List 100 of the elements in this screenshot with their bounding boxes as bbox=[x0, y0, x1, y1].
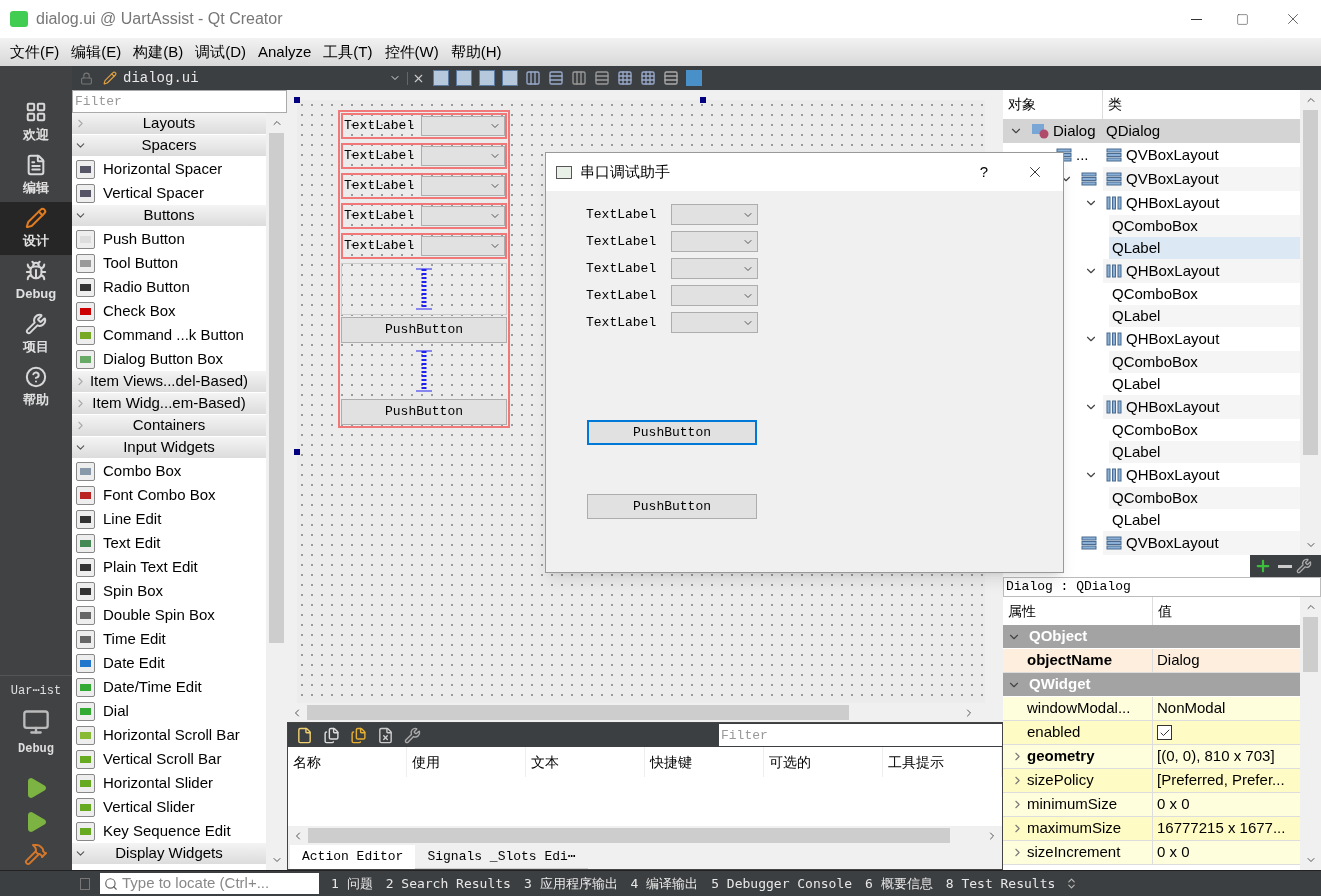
widget-item[interactable]: Date Edit bbox=[72, 651, 266, 675]
form-row[interactable]: TextLabel bbox=[341, 143, 507, 169]
widget-item[interactable]: Line Edit bbox=[72, 507, 266, 531]
push-button[interactable]: PushButton bbox=[341, 317, 507, 343]
property-row[interactable]: sizePolicy [Preferred, Prefer... bbox=[1003, 769, 1300, 793]
combo-box[interactable] bbox=[671, 231, 758, 252]
scrollbar-thumb[interactable] bbox=[308, 828, 950, 843]
widget-item[interactable]: Dialog Button Box bbox=[72, 347, 266, 371]
widget-item[interactable]: Horizontal Spacer bbox=[72, 157, 266, 181]
property-value[interactable]: [(0, 0), 810 x 703] bbox=[1157, 745, 1275, 768]
splitter-h-button[interactable] bbox=[570, 70, 587, 86]
scrollbar-thumb[interactable] bbox=[307, 705, 849, 720]
property-value[interactable]: NonModal bbox=[1157, 697, 1226, 720]
column-header[interactable]: 类 bbox=[1103, 90, 1300, 119]
widget-item[interactable]: Horizontal Slider bbox=[72, 771, 266, 795]
combo-box[interactable] bbox=[671, 285, 758, 306]
help-button[interactable]: ? bbox=[961, 153, 1007, 191]
widget-item[interactable]: Push Button bbox=[72, 227, 266, 251]
category-header[interactable]: Input Widgets bbox=[72, 437, 266, 459]
edit-mode-button[interactable] bbox=[432, 70, 449, 86]
selection-handle[interactable] bbox=[700, 97, 706, 103]
column-header[interactable]: 快捷键 bbox=[645, 747, 764, 777]
form-layout-button[interactable] bbox=[616, 70, 633, 86]
mode-button[interactable]: 编辑 bbox=[0, 149, 72, 202]
splitter-v-button[interactable] bbox=[593, 70, 610, 86]
property-value[interactable]: [Preferred, Prefer... bbox=[1157, 769, 1285, 792]
settings-button[interactable] bbox=[404, 726, 421, 744]
widget-item[interactable]: Vertical Scroll Bar bbox=[72, 747, 266, 771]
menu-item[interactable]: 工具(T) bbox=[317, 40, 379, 64]
menu-item[interactable]: Analyze bbox=[252, 40, 318, 64]
mode-button[interactable]: 设计 bbox=[0, 202, 72, 255]
category-header[interactable]: Display Widgets bbox=[72, 843, 266, 865]
selection-handle[interactable] bbox=[294, 97, 300, 103]
widget-item[interactable]: Horizontal Scroll Bar bbox=[72, 723, 266, 747]
property-value[interactable]: 16777215 x 1677... bbox=[1157, 817, 1286, 840]
column-header[interactable]: 可选的 bbox=[764, 747, 883, 777]
menu-item[interactable]: 控件(W) bbox=[378, 40, 445, 64]
mode-button[interactable]: 项目 bbox=[0, 308, 72, 361]
category-header[interactable]: Layouts bbox=[72, 113, 266, 135]
widget-item[interactable]: Combo Box bbox=[72, 459, 266, 483]
widget-item[interactable]: Radio Button bbox=[72, 275, 266, 299]
column-header[interactable]: 文本 bbox=[526, 747, 645, 777]
locator-field[interactable]: Type to locate (Ctrl+... bbox=[100, 873, 319, 894]
category-header[interactable]: Item Widg...em-Based) bbox=[72, 393, 266, 415]
widget-item[interactable]: Tool Button bbox=[72, 251, 266, 275]
checkbox[interactable] bbox=[1157, 725, 1172, 740]
filter-field[interactable]: Filter bbox=[719, 724, 1002, 746]
property-row[interactable]: sizeIncrement 0 x 0 bbox=[1003, 841, 1300, 865]
widget-item[interactable]: Check Box bbox=[72, 299, 266, 323]
category-header[interactable]: Containers bbox=[72, 415, 266, 437]
category-header[interactable]: Buttons bbox=[72, 205, 266, 227]
category-header[interactable]: Spacers bbox=[72, 135, 266, 157]
widget-item[interactable]: Date/Time Edit bbox=[72, 675, 266, 699]
combo-box[interactable] bbox=[671, 204, 758, 225]
menu-item[interactable]: 文件(F) bbox=[4, 40, 66, 64]
filter-field[interactable]: Filter bbox=[72, 90, 287, 113]
copy-action-button[interactable] bbox=[323, 726, 340, 744]
edit-mode-button[interactable] bbox=[501, 70, 518, 86]
widget-item[interactable]: Font Combo Box bbox=[72, 483, 266, 507]
grid-layout-button[interactable] bbox=[639, 70, 656, 86]
widget-item[interactable]: Double Spin Box bbox=[72, 603, 266, 627]
combo-box[interactable] bbox=[421, 206, 505, 226]
property-value[interactable]: 0 x 0 bbox=[1157, 793, 1190, 816]
build-button[interactable] bbox=[24, 842, 48, 866]
menu-item[interactable]: 帮助(H) bbox=[444, 40, 508, 64]
widget-item[interactable]: Command ...k Button bbox=[72, 323, 266, 347]
form-row[interactable]: TextLabel bbox=[341, 203, 507, 229]
form-row[interactable]: TextLabel bbox=[341, 233, 507, 259]
property-row[interactable]: enabled bbox=[1003, 721, 1300, 745]
delete-action-button[interactable] bbox=[377, 726, 394, 744]
scrollbar-thumb[interactable] bbox=[1303, 110, 1318, 455]
combo-box[interactable] bbox=[421, 116, 505, 136]
column-header[interactable]: 值 bbox=[1153, 597, 1300, 625]
mode-button[interactable]: Debug bbox=[0, 255, 72, 308]
output-pane-button[interactable]: 5 Debugger Console bbox=[711, 873, 853, 894]
output-pane-button[interactable]: 8 Test Results bbox=[945, 873, 1056, 894]
widget-item[interactable]: Spin Box bbox=[72, 579, 266, 603]
output-pane-button[interactable]: 2 Search Results bbox=[385, 873, 511, 894]
widget-item[interactable]: Time Edit bbox=[72, 627, 266, 651]
column-header[interactable]: 名称 bbox=[288, 747, 407, 777]
edit-mode-button[interactable] bbox=[478, 70, 495, 86]
adjust-size-button[interactable] bbox=[685, 70, 702, 86]
scrollbar[interactable] bbox=[1300, 597, 1321, 870]
columns-layout-button[interactable] bbox=[524, 70, 541, 86]
scrollbar-thumb[interactable] bbox=[269, 133, 284, 643]
combo-box[interactable] bbox=[671, 312, 758, 333]
form-row[interactable]: TextLabel bbox=[341, 173, 507, 199]
break-layout-button[interactable] bbox=[662, 70, 679, 86]
push-button[interactable]: PushButton bbox=[341, 399, 507, 425]
close-document-button[interactable] bbox=[406, 71, 425, 85]
push-button[interactable]: PushButton bbox=[587, 494, 757, 519]
menu-item[interactable]: 编辑(E) bbox=[65, 40, 128, 64]
scrollbar[interactable] bbox=[1300, 90, 1321, 555]
push-button[interactable]: PushButton bbox=[587, 420, 757, 445]
form-row[interactable]: TextLabel bbox=[341, 113, 507, 139]
scrollbar[interactable] bbox=[266, 113, 287, 870]
property-row[interactable]: objectName Dialog bbox=[1003, 649, 1300, 673]
menu-item[interactable]: 构建(B) bbox=[127, 40, 190, 64]
mode-button[interactable]: 帮助 bbox=[0, 361, 72, 414]
widget-item[interactable]: Vertical Spacer bbox=[72, 181, 266, 205]
